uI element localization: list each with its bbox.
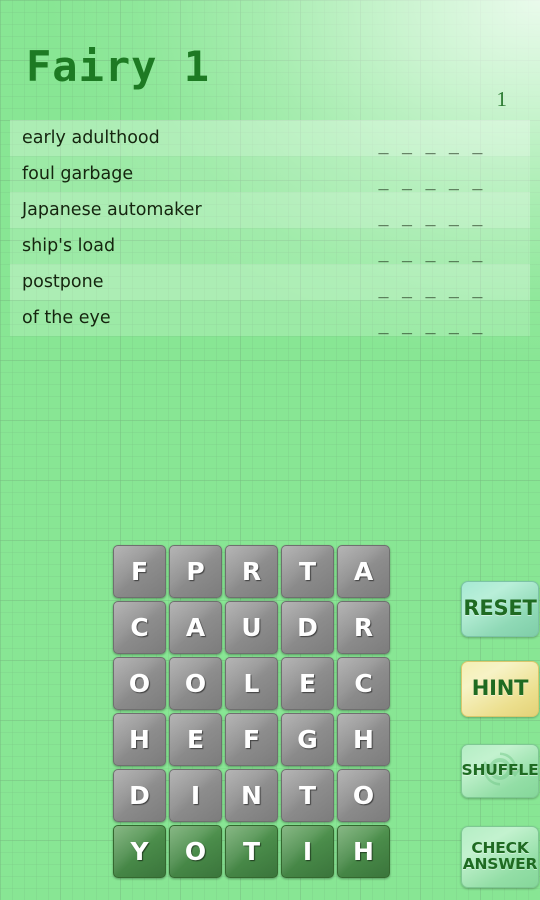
clue-answer-blank[interactable]: _ _ _ _ _ bbox=[378, 243, 530, 263]
clue-answer-blank[interactable]: _ _ _ _ _ bbox=[378, 315, 530, 335]
letter-tile[interactable]: E bbox=[281, 657, 334, 710]
letter-tile[interactable]: I bbox=[169, 769, 222, 822]
letter-tile[interactable]: H bbox=[337, 713, 390, 766]
letter-tile[interactable]: O bbox=[113, 657, 166, 710]
clue-text: of the eye bbox=[22, 308, 111, 328]
letter-tile[interactable]: O bbox=[337, 769, 390, 822]
clue-list: early adulthood _ _ _ _ _ foul garbage _ _ … bbox=[10, 120, 530, 336]
letter-tile[interactable]: P bbox=[169, 545, 222, 598]
letter-tile[interactable]: G bbox=[281, 713, 334, 766]
letter-tile[interactable]: A bbox=[337, 545, 390, 598]
letter-tile[interactable]: D bbox=[281, 601, 334, 654]
shuffle-button[interactable]: SHUFFLE bbox=[461, 744, 539, 798]
letter-tile[interactable]: D bbox=[113, 769, 166, 822]
check-answer-button[interactable]: CHECK ANSWER bbox=[461, 826, 539, 888]
letter-tile[interactable]: O bbox=[169, 825, 222, 878]
clue-row[interactable]: foul garbage _ _ _ _ _ bbox=[10, 156, 530, 192]
hint-button-label: HINT bbox=[471, 676, 529, 701]
clue-answer-blank[interactable]: _ _ _ _ _ bbox=[378, 171, 530, 191]
letter-tile[interactable]: C bbox=[337, 657, 390, 710]
clue-text: ship's load bbox=[22, 236, 116, 256]
reset-button-label: RESET bbox=[463, 596, 537, 621]
letter-tile[interactable]: R bbox=[337, 601, 390, 654]
letter-tile[interactable]: I bbox=[281, 825, 334, 878]
letter-tile[interactable]: F bbox=[113, 545, 166, 598]
clue-answer-blank[interactable]: _ _ _ _ _ bbox=[378, 135, 530, 155]
word-puzzle-app: Fairy 1 1 early adulthood _ _ _ _ _ foul g… bbox=[0, 0, 540, 900]
shuffle-button-label: SHUFFLE bbox=[461, 761, 539, 780]
letter-tile[interactable]: O bbox=[169, 657, 222, 710]
letter-grid[interactable]: FPRTACAUDROOLECHEFGHDINTOYOTIH bbox=[113, 545, 390, 878]
letter-tile[interactable]: R bbox=[225, 545, 278, 598]
clue-row[interactable]: ship's load _ _ _ _ _ bbox=[10, 228, 530, 264]
clue-answer-blank[interactable]: _ _ _ _ _ bbox=[378, 207, 530, 227]
clue-text: Japanese automaker bbox=[22, 200, 202, 220]
level-counter: 1 bbox=[496, 87, 508, 111]
reset-button[interactable]: RESET bbox=[461, 581, 539, 637]
page-title: Fairy 1 bbox=[26, 42, 211, 91]
letter-tile[interactable]: H bbox=[337, 825, 390, 878]
letter-tile[interactable]: E bbox=[169, 713, 222, 766]
letter-tile[interactable]: N bbox=[225, 769, 278, 822]
letter-tile[interactable]: T bbox=[281, 769, 334, 822]
letter-tile[interactable]: L bbox=[225, 657, 278, 710]
letter-tile[interactable]: Y bbox=[113, 825, 166, 878]
clue-text: postpone bbox=[22, 272, 104, 292]
letter-tile[interactable]: C bbox=[113, 601, 166, 654]
clue-text: early adulthood bbox=[22, 128, 160, 148]
letter-tile[interactable]: A bbox=[169, 601, 222, 654]
check-answer-button-label-line2: ANSWER bbox=[462, 855, 538, 873]
letter-tile[interactable]: T bbox=[281, 545, 334, 598]
letter-tile[interactable]: U bbox=[225, 601, 278, 654]
clue-row[interactable]: postpone _ _ _ _ _ bbox=[10, 264, 530, 300]
hint-button[interactable]: HINT bbox=[461, 661, 539, 717]
action-button-column: RESET HINT SHUFFLE CHECK ANSWER bbox=[461, 581, 539, 888]
letter-tile[interactable]: F bbox=[225, 713, 278, 766]
letter-tile[interactable]: T bbox=[225, 825, 278, 878]
clue-answer-blank[interactable]: _ _ _ _ _ bbox=[378, 279, 530, 299]
clue-row[interactable]: early adulthood _ _ _ _ _ bbox=[10, 120, 530, 156]
clue-text: foul garbage bbox=[22, 164, 134, 184]
clue-row[interactable]: of the eye _ _ _ _ _ bbox=[10, 300, 530, 336]
letter-tile[interactable]: H bbox=[113, 713, 166, 766]
clue-row[interactable]: Japanese automaker _ _ _ _ _ bbox=[10, 192, 530, 228]
